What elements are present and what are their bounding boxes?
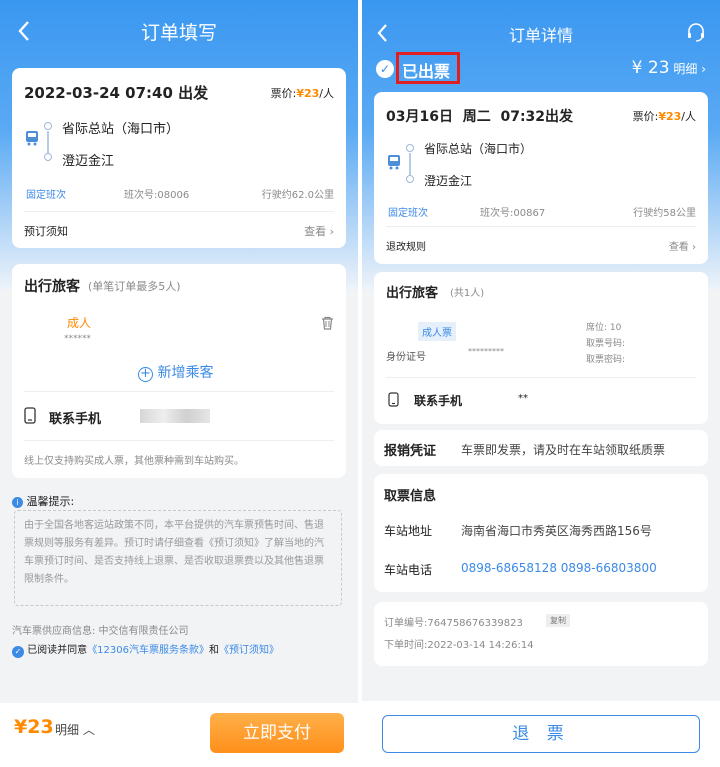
notice-link[interactable]: 查看 › (304, 223, 334, 239)
phone-icon (388, 392, 399, 407)
trip-datetime: 2022-03-24 07:40 出发 (24, 84, 209, 102)
id-value: ********* (468, 347, 504, 356)
refund-button[interactable]: 退 票 (382, 715, 700, 753)
price-row: 票价:¥23/人 (270, 87, 334, 100)
passenger-masked-id: ****** (64, 334, 91, 344)
plus-circle-icon: + (138, 367, 153, 382)
headset-icon[interactable] (686, 22, 706, 42)
schedule-tag: 固定班次 (388, 208, 428, 219)
payment-bar: ¥23 明细 ︿ 立即支付 (0, 703, 358, 767)
from-station: 省际总站（海口市） (424, 142, 533, 156)
pickup-title: 取票信息 (384, 489, 437, 504)
bottom-bar: 退 票 (362, 701, 720, 767)
order-number: 订单编号:764758676339823 (384, 618, 523, 629)
route-end-dot (44, 153, 52, 161)
chevron-up-icon: ︿ (82, 723, 95, 737)
bus-icon (388, 155, 400, 170)
chevron-right-icon: › (329, 225, 334, 238)
supplier-info: 汽车票供应商信息: 中交信有限责任公司 (12, 626, 189, 637)
passenger-card: 出行旅客 (共1人) 成人票 身份证号 ********* 席位: 10 取票号… (374, 272, 708, 424)
ticket-password: 取票密码: (586, 355, 626, 365)
invoice-card: 报销凭证 车票即发票，请及时在车站领取纸质票 (374, 430, 708, 466)
divider (24, 391, 334, 392)
agreement-row: ✓ 已阅读并同意《12306汽车票服务条款》和《预订须知》 (12, 641, 279, 658)
trip-card: 2022-03-24 07:40 出发 票价:¥23/人 省际总站（海口市） 澄… (12, 68, 346, 248)
phone-label: 联系手机 (414, 394, 463, 408)
price-row: 票价:¥23/人 (632, 110, 696, 123)
passenger-card: 出行旅客 (单笔订单最多5人) 成人 ****** + 新增乘客 联系手机 线上… (12, 264, 346, 478)
chevron-right-icon: › (701, 62, 706, 76)
divider (24, 211, 334, 212)
passenger-type-badge: 成人票 (418, 322, 456, 341)
tips-box: 由于全国各地客运站政策不同，本平台提供的汽车票预售时间、售退票规则等服务有差异。… (14, 510, 342, 606)
price-detail-toggle[interactable]: 明细 ︿ (55, 721, 95, 738)
passenger-title: 出行旅客 (24, 279, 80, 295)
schedule-tag: 固定班次 (26, 190, 66, 201)
passenger-type: 成人 (67, 316, 92, 330)
trash-icon[interactable] (321, 316, 334, 330)
total-detail-link[interactable]: ¥ 23 明细 › (632, 58, 706, 78)
tel-value[interactable]: 0898-68658128 0898-66803800 (461, 561, 657, 575)
route-start-dot (406, 144, 414, 152)
distance: 行驶约62.0公里 (261, 190, 334, 201)
invoice-label: 报销凭证 (384, 444, 437, 459)
booking-notice-link[interactable]: 《预订须知》 (219, 645, 279, 656)
phone-icon (24, 407, 36, 424)
route-line (47, 131, 49, 153)
to-station: 澄迈金江 (424, 174, 473, 188)
bus-number: 班次号:08006 (124, 190, 190, 201)
address-label: 车站地址 (384, 524, 433, 538)
passenger-subtitle: (共1人) (450, 288, 485, 299)
rules-label: 退改规则 (386, 242, 426, 253)
add-passenger-button[interactable]: + 新增乘客 (138, 362, 213, 382)
id-label: 身份证号 (386, 352, 426, 363)
rules-link[interactable]: 查看 › (669, 238, 696, 253)
passenger-title: 出行旅客 (386, 286, 439, 301)
address-value: 海南省海口市秀英区海秀西路156号 (461, 524, 652, 538)
check-circle-icon[interactable]: ✓ (12, 646, 24, 658)
total-price: ¥23 (14, 716, 54, 738)
copy-button[interactable]: 复制 (546, 614, 570, 627)
trip-datetime: 03月16日 周二 07:32出发 (386, 109, 574, 125)
pickup-card: 取票信息 车站地址 海南省海口市秀英区海秀西路156号 车站电话 0898-68… (374, 474, 708, 592)
tips-heading: i 温馨提示: (12, 493, 74, 509)
bus-icon (26, 131, 38, 146)
phone-field-blurred[interactable] (140, 409, 210, 423)
trip-card: 03月16日 周二 07:32出发 票价:¥23/人 省际总站（海口市） 澄迈金… (374, 92, 708, 264)
order-fill-screen: 订单填写 2022-03-24 07:40 出发 票价:¥23/人 省际总站（海… (0, 0, 358, 767)
divider (386, 226, 696, 227)
phone-label: 联系手机 (49, 412, 102, 427)
route-line (409, 153, 411, 175)
from-station: 省际总站（海口市） (62, 122, 180, 137)
route-start-dot (44, 122, 52, 130)
ticket-number: 取票号码: (586, 339, 626, 349)
divider (386, 377, 696, 378)
to-station: 澄迈金江 (62, 154, 115, 169)
bus-number: 班次号:00867 (480, 208, 546, 219)
ticket-note: 线上仅支持购买成人票，其他票种需到车站购买。 (24, 456, 244, 467)
page-title: 订单填写 (140, 22, 217, 44)
chevron-right-icon: › (692, 242, 696, 253)
invoice-text: 车票即发票，请及时在车站领取纸质票 (461, 443, 666, 457)
order-info-card: 订单编号:764758676339823 复制 下单时间:2022-03-14 … (374, 602, 708, 666)
page-title: 订单详情 (508, 26, 573, 45)
distance: 行驶约58公里 (633, 208, 696, 219)
route-end-dot (406, 175, 414, 183)
status-check-icon: ✓ (376, 60, 394, 78)
seat-number: 席位: 10 (586, 323, 622, 333)
divider (24, 440, 334, 441)
order-time: 下单时间:2022-03-14 14:26:14 (384, 640, 534, 651)
tel-label: 车站电话 (384, 563, 433, 577)
order-detail-screen: 订单详情 ✓ 已出票 ¥ 23 明细 › 03月16日 周二 07:32出发 票… (362, 0, 720, 767)
pay-now-button[interactable]: 立即支付 (210, 713, 344, 753)
service-terms-link[interactable]: 《12306汽车票服务条款》 (87, 645, 209, 656)
passenger-subtitle: (单笔订单最多5人) (88, 280, 181, 293)
notice-label: 预订须知 (24, 225, 68, 238)
status-highlight-box (396, 52, 460, 84)
phone-value: ** (518, 393, 528, 404)
info-icon: i (12, 497, 23, 508)
